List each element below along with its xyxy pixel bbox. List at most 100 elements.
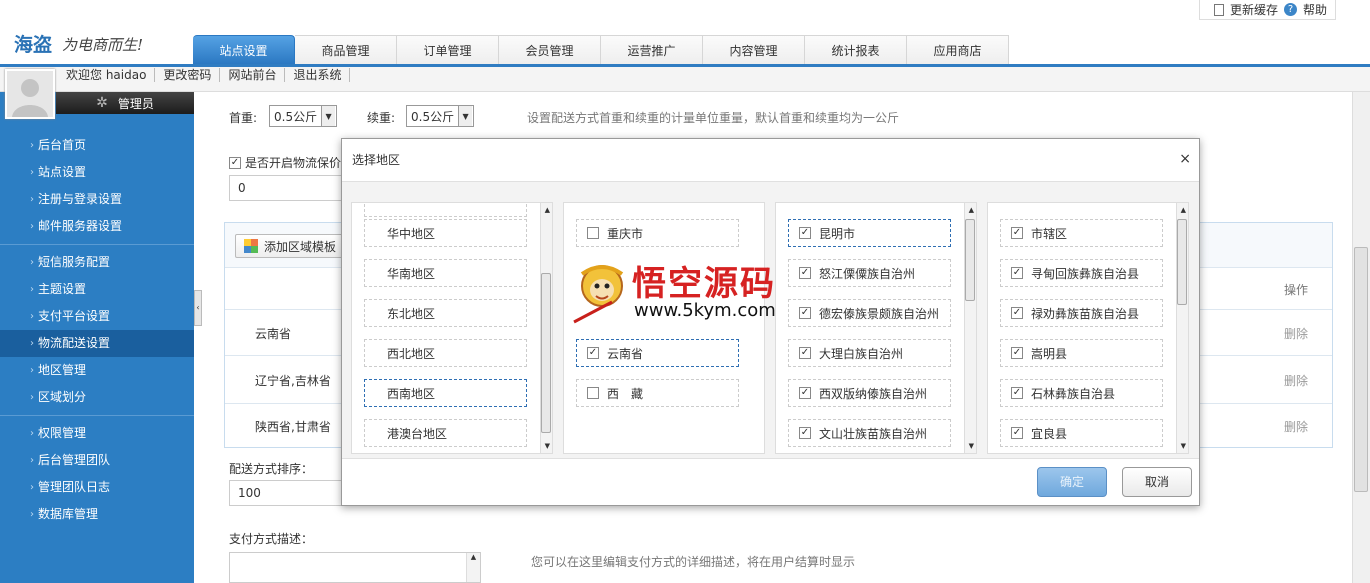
logout-link[interactable]: 退出系统 — [285, 68, 351, 82]
tab-reports[interactable]: 统计报表 — [805, 35, 907, 64]
checkbox[interactable]: ✓ — [1011, 427, 1023, 439]
confirm-button[interactable]: 确定 — [1037, 467, 1107, 497]
tab-operations[interactable]: 运营推广 — [601, 35, 703, 64]
scroll-up-icon[interactable]: ▲ — [545, 206, 550, 214]
checkbox[interactable]: ✓ — [1011, 347, 1023, 359]
checkbox[interactable]: ✓ — [799, 387, 811, 399]
sidebar-collapse-handle[interactable]: ‹ — [194, 290, 202, 326]
help-icon[interactable]: ? — [1283, 3, 1297, 16]
textarea-scrollbar[interactable]: ▲ — [466, 553, 480, 582]
help-link[interactable]: 帮助 — [1303, 1, 1327, 18]
province-item[interactable]: 西 藏 — [576, 379, 739, 407]
sidebar-item-shipping[interactable]: 物流配送设置 — [0, 330, 194, 357]
province-item[interactable]: ✓ 云南省 — [576, 339, 739, 367]
sidebar-item-login-settings[interactable]: 注册与登录设置 — [0, 186, 194, 213]
tab-app-store[interactable]: 应用商店 — [907, 35, 1009, 64]
sidebar-item-zones[interactable]: 区域划分 — [0, 384, 194, 411]
page-scrollbar-thumb[interactable] — [1354, 247, 1368, 492]
gear-icon: ✲ — [96, 95, 108, 111]
tab-members[interactable]: 会员管理 — [499, 35, 601, 64]
district-item[interactable]: ✓ 禄劝彝族苗族自治县 — [1000, 299, 1163, 327]
city-item[interactable]: ✓ 大理白族自治州 — [788, 339, 951, 367]
main-nav: 站点设置 商品管理 订单管理 会员管理 运营推广 内容管理 统计报表 应用商店 — [193, 35, 1009, 64]
district-item[interactable]: ✓ 市辖区 — [1000, 219, 1163, 247]
sidebar-item-team-log[interactable]: 管理团队日志 — [0, 474, 194, 501]
checkbox[interactable]: ✓ — [1011, 267, 1023, 279]
city-label: 西双版纳傣族自治州 — [819, 386, 928, 401]
sidebar-item-home[interactable]: 后台首页 — [0, 132, 194, 159]
city-item[interactable]: ✓ 西双版纳傣族自治州 — [788, 379, 951, 407]
add-region-template-button[interactable]: 添加区域模板 — [235, 234, 346, 258]
column-scrollbar-thumb[interactable] — [1177, 219, 1187, 305]
province-label: 西 藏 — [607, 386, 644, 401]
row-region: 辽宁省,吉林省 — [255, 374, 331, 388]
tab-content[interactable]: 内容管理 — [703, 35, 805, 64]
sidebar-item-mail-server[interactable]: 邮件服务器设置 — [0, 213, 194, 240]
scroll-down-icon[interactable]: ▼ — [1181, 442, 1186, 450]
scroll-up-icon[interactable]: ▲ — [969, 206, 974, 214]
sidebar-item-permissions[interactable]: 权限管理 — [0, 420, 194, 447]
city-item[interactable]: ✓ 文山壮族苗族自治州 — [788, 419, 951, 447]
sidebar-item-site-settings[interactable]: 站点设置 — [0, 159, 194, 186]
region-item[interactable]: 西北地区 — [364, 339, 527, 367]
city-item[interactable]: ✓ 怒江傈僳族自治州 — [788, 259, 951, 287]
scroll-up-icon[interactable]: ▲ — [1181, 206, 1186, 214]
region-item[interactable]: 华南地区 — [364, 259, 527, 287]
district-item[interactable]: ✓ 嵩明县 — [1000, 339, 1163, 367]
region-item[interactable]: 华中地区 — [364, 219, 527, 247]
frontend-link[interactable]: 网站前台 — [220, 68, 286, 82]
additional-weight-select[interactable]: 0.5公斤 ▼ — [406, 105, 474, 127]
first-weight-select[interactable]: 0.5公斤 ▼ — [269, 105, 337, 127]
tab-products[interactable]: 商品管理 — [295, 35, 397, 64]
tab-orders[interactable]: 订单管理 — [397, 35, 499, 64]
cancel-button[interactable]: 取消 — [1122, 467, 1192, 497]
checkbox[interactable]: ✓ — [1011, 307, 1023, 319]
list-item — [364, 203, 527, 217]
column-scrollbar-thumb[interactable] — [541, 273, 551, 433]
refresh-cache-link[interactable]: 更新缓存 — [1230, 1, 1278, 18]
payment-description-label: 支付方式描述： — [229, 532, 314, 546]
checkbox[interactable]: ✓ — [799, 227, 811, 239]
district-item[interactable]: ✓ 石林彝族自治县 — [1000, 379, 1163, 407]
district-item[interactable]: ✓ 寻甸回族彝族自治县 — [1000, 259, 1163, 287]
sidebar-item-theme[interactable]: 主题设置 — [0, 276, 194, 303]
scroll-down-icon[interactable]: ▼ — [545, 442, 550, 450]
sidebar-item-database[interactable]: 数据库管理 — [0, 501, 194, 528]
row-region: 陕西省,甘肃省 — [255, 420, 331, 434]
welcome-text: 欢迎您 haidao — [66, 68, 156, 82]
watermark-url: www.5kym.com — [634, 300, 776, 321]
region-item[interactable]: 东北地区 — [364, 299, 527, 327]
sidebar-item-payment[interactable]: 支付平台设置 — [0, 303, 194, 330]
district-item[interactable]: ✓ 宜良县 — [1000, 419, 1163, 447]
change-password-link[interactable]: 更改密码 — [155, 68, 221, 82]
tab-site-settings[interactable]: 站点设置 — [193, 35, 295, 64]
menu-group: 权限管理 后台管理团队 管理团队日志 数据库管理 — [0, 416, 194, 532]
checkbox[interactable]: ✓ — [1011, 227, 1023, 239]
city-item[interactable]: ✓ 昆明市 — [788, 219, 951, 247]
delete-link[interactable]: 删除 — [1284, 372, 1308, 389]
sidebar-item-regions[interactable]: 地区管理 — [0, 357, 194, 384]
delete-link[interactable]: 删除 — [1284, 325, 1308, 342]
insurance-option: ✓ 是否开启物流保价 — [229, 154, 341, 171]
checkbox[interactable]: ✓ — [1011, 387, 1023, 399]
sidebar-item-sms[interactable]: 短信服务配置 — [0, 249, 194, 276]
column-scrollbar-thumb[interactable] — [965, 219, 975, 301]
region-item[interactable]: 港澳台地区 — [364, 419, 527, 447]
district-label: 寻甸回族彝族自治县 — [1031, 266, 1140, 281]
checkbox[interactable]: ✓ — [587, 347, 599, 359]
province-item[interactable]: 重庆市 — [576, 219, 739, 247]
checkbox[interactable] — [587, 227, 599, 239]
insurance-checkbox[interactable]: ✓ — [229, 156, 241, 169]
region-item-selected[interactable]: 西南地区 — [364, 379, 527, 407]
watermark: 悟空源码 www.5kym.com — [572, 256, 802, 326]
delete-link[interactable]: 删除 — [1284, 418, 1308, 435]
payment-description-textarea[interactable]: ▲ — [229, 552, 481, 583]
checkbox[interactable]: ✓ — [799, 347, 811, 359]
city-item[interactable]: ✓ 德宏傣族景颇族自治州 — [788, 299, 951, 327]
sidebar-item-admin-team[interactable]: 后台管理团队 — [0, 447, 194, 474]
close-icon[interactable]: × — [1179, 151, 1191, 167]
checkbox[interactable] — [587, 387, 599, 399]
checkbox[interactable]: ✓ — [799, 427, 811, 439]
scroll-down-icon[interactable]: ▼ — [969, 442, 974, 450]
first-weight-label: 首重: — [229, 111, 258, 125]
